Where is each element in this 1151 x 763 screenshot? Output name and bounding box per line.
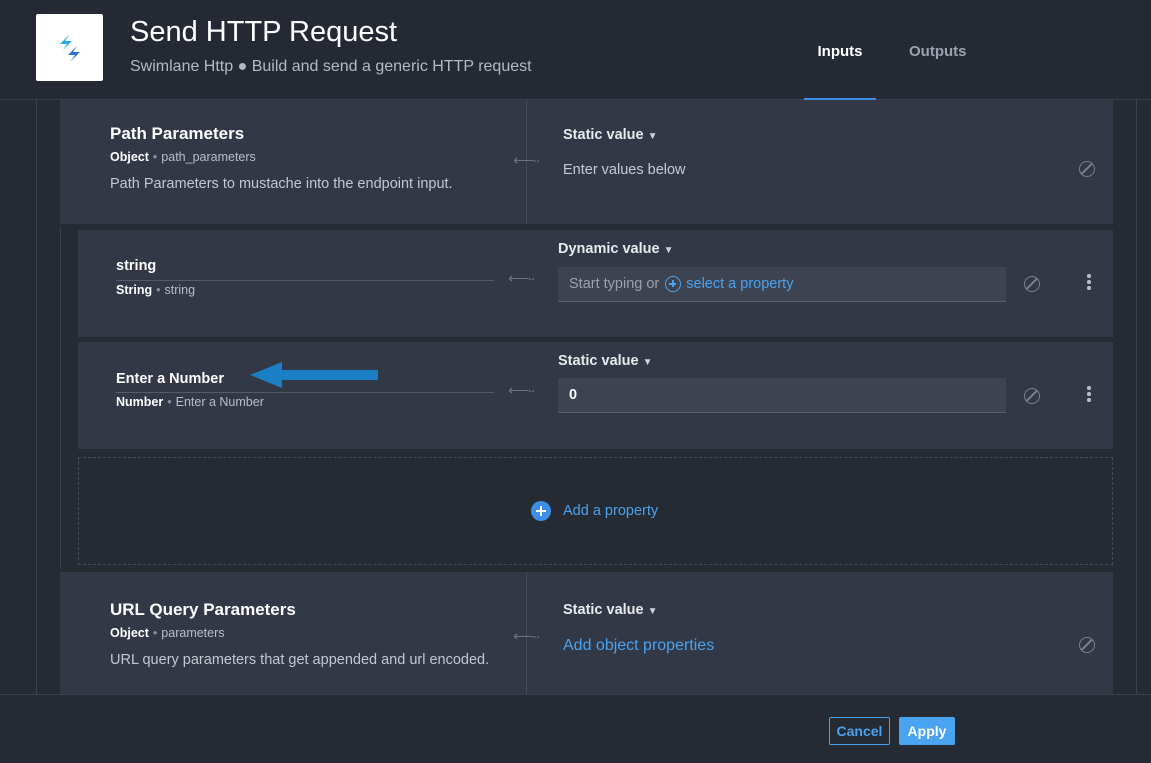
number-field-mode-label: Static value xyxy=(558,353,639,369)
more-options-icon[interactable] xyxy=(1087,386,1091,404)
clear-value-icon[interactable] xyxy=(1079,637,1095,653)
inputs-panel[interactable]: Path Parameters Object • path_parameters P… xyxy=(0,100,1151,694)
select-property-link[interactable]: select a property xyxy=(686,276,793,292)
chevron-down-icon: ▼ xyxy=(647,606,658,617)
url-query-parameters-mode-label: Static value xyxy=(563,602,644,618)
path-parameters-value-hint: Enter values below xyxy=(563,162,686,178)
number-field-key: Enter a Number xyxy=(175,395,264,409)
path-parameters-key: path_parameters xyxy=(161,150,256,164)
path-parameters-mode-label: Static value xyxy=(563,127,644,143)
number-field-value: 0 xyxy=(569,387,578,403)
scroll-area-right-edge xyxy=(1136,100,1137,694)
string-field-mode-dropdown[interactable]: Dynamic value ▼ xyxy=(558,241,673,257)
chevron-down-icon: ▼ xyxy=(647,131,658,142)
url-query-parameters-description: URL query parameters that get appended a… xyxy=(110,652,490,668)
mapping-arrow-icon: ⟵·· xyxy=(508,382,535,399)
url-query-parameters-mode-dropdown[interactable]: Static value ▼ xyxy=(563,602,658,618)
field-underline xyxy=(116,392,494,393)
swimlane-logo xyxy=(36,14,103,81)
page-title: Send HTTP Request xyxy=(130,16,398,48)
url-query-parameters-card: URL Query Parameters Object • parameters U… xyxy=(60,572,1113,694)
number-field-type: Number xyxy=(116,395,164,409)
chevron-down-icon: ▼ xyxy=(663,245,674,256)
string-field-meta: String • string xyxy=(116,283,196,297)
string-field-mode-label: Dynamic value xyxy=(558,241,660,257)
string-field-card: string String • string ⟵·· Dynamic value ▼ … xyxy=(78,230,1113,337)
tab-outputs[interactable]: Outputs xyxy=(909,43,967,60)
path-parameters-card: Path Parameters Object • path_parameters P… xyxy=(60,100,1113,224)
mapping-arrow-icon: ⟵·· xyxy=(508,270,535,287)
url-query-parameters-key: parameters xyxy=(161,626,225,640)
string-field-key: string xyxy=(164,283,196,297)
mapping-arrow-icon: ⟵·· xyxy=(513,628,540,645)
url-query-parameters-meta: Object • parameters xyxy=(110,626,225,640)
clear-value-icon[interactable] xyxy=(1079,161,1095,177)
add-circle-icon[interactable] xyxy=(665,276,682,292)
scroll-area-left-edge xyxy=(36,100,37,694)
cancel-button[interactable]: Cancel xyxy=(829,717,890,745)
path-parameters-meta: Object • path_parameters xyxy=(110,150,256,164)
path-parameters-title: Path Parameters xyxy=(110,124,245,143)
add-property-label: Add a property xyxy=(563,503,659,519)
chevron-down-icon: ▼ xyxy=(642,357,653,368)
mapping-arrow-icon: ⟵·· xyxy=(513,152,540,169)
string-field-type: String xyxy=(116,283,153,297)
path-parameters-type: Object xyxy=(110,150,149,164)
number-field-mode-dropdown[interactable]: Static value ▼ xyxy=(558,353,653,369)
field-underline xyxy=(116,280,494,281)
add-property-zone: Add a property xyxy=(78,457,1113,565)
add-object-properties-link[interactable]: Add object properties xyxy=(563,637,714,655)
swimlane-logo-icon xyxy=(59,33,80,62)
string-field-input[interactable]: Start typing or select a property xyxy=(558,267,1006,302)
number-field-meta: Number • Enter a Number xyxy=(116,395,264,409)
path-parameters-description: Path Parameters to mustache into the end… xyxy=(110,176,453,192)
clear-value-icon[interactable] xyxy=(1024,276,1040,292)
number-field-name: Enter a Number xyxy=(116,371,224,387)
apply-button[interactable]: Apply xyxy=(899,717,955,745)
number-field-input[interactable]: 0 xyxy=(558,378,1006,413)
number-field-card: Enter a Number Number • Enter a Number ⟵··… xyxy=(78,342,1113,449)
string-field-placeholder: Start typing or xyxy=(569,276,660,292)
header: Send HTTP Request Swimlane Http ● Build … xyxy=(0,0,1151,100)
url-query-parameters-type: Object xyxy=(110,626,149,640)
clear-value-icon[interactable] xyxy=(1024,388,1040,404)
page-subtitle: Swimlane Http ● Build and send a generic… xyxy=(130,58,532,75)
url-query-parameters-title: URL Query Parameters xyxy=(110,600,296,619)
add-circle-icon xyxy=(531,501,551,521)
tab-inputs[interactable]: Inputs xyxy=(804,43,876,100)
callout-arrow xyxy=(250,362,378,388)
nested-container-edge xyxy=(60,227,61,567)
footer: Cancel Apply xyxy=(0,694,1151,763)
string-field-name: string xyxy=(116,258,157,274)
path-parameters-mode-dropdown[interactable]: Static value ▼ xyxy=(563,127,658,143)
add-property-button[interactable]: Add a property xyxy=(531,501,658,521)
more-options-icon[interactable] xyxy=(1087,274,1091,292)
